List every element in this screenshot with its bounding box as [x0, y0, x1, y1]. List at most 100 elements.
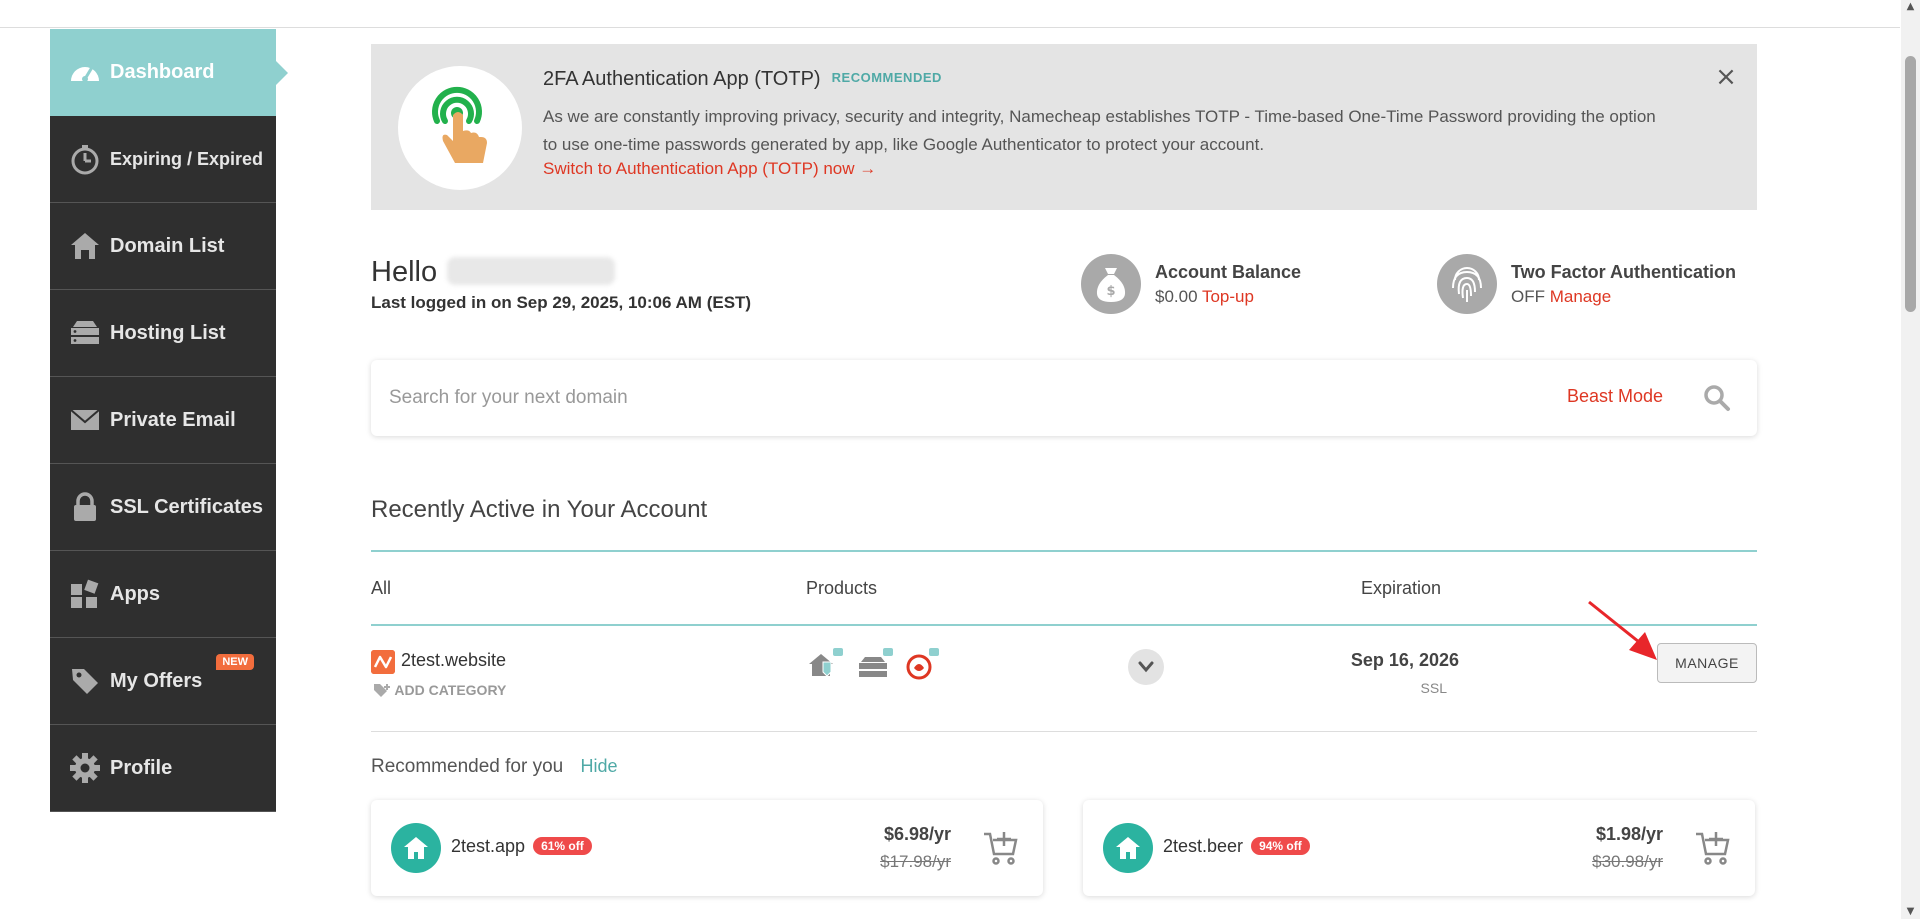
sidebar-item-ssl-certificates[interactable]: SSL Certificates [50, 464, 276, 551]
sidebar-item-my-offers[interactable]: My Offers NEW [50, 638, 276, 725]
sidebar-item-dashboard[interactable]: Dashboard [50, 29, 288, 116]
banner-title: 2FA Authentication App (TOTP) [543, 68, 821, 90]
discount-badge: 61% off [533, 837, 592, 855]
manage-button[interactable]: MANAGE [1657, 643, 1757, 683]
account-balance: $ Account Balance $0.00 Top-up [1081, 254, 1301, 314]
table-row: 2test.website ADD CATEGORY Sep 16, 2026 [371, 600, 1757, 732]
top-up-link[interactable]: Top-up [1202, 287, 1254, 306]
sidebar: Dashboard Expiring / Expired Domain List… [50, 29, 288, 812]
recommended-domain: 2test.app 61% off [451, 836, 592, 857]
house-icon [391, 823, 441, 873]
page: Dashboard Expiring / Expired Domain List… [0, 0, 1920, 919]
banner-text: 2FA Authentication App (TOTP) RECOMMENDE… [543, 68, 1673, 179]
main-content: 2FA Authentication App (TOTP) RECOMMENDE… [371, 44, 1757, 896]
domain-search: Beast Mode [371, 360, 1757, 436]
speedometer-icon [68, 56, 102, 90]
envelope-icon [68, 403, 102, 437]
sidebar-item-label: Domain List [110, 234, 225, 257]
beast-mode-link[interactable]: Beast Mode [1567, 386, 1663, 407]
sidebar-item-label: Apps [110, 582, 160, 605]
scroll-down-arrow[interactable]: ▼ [1901, 905, 1920, 919]
current-price: $6.98/yr [883, 824, 951, 844]
sidebar-item-profile[interactable]: Profile [50, 725, 276, 812]
house-icon [68, 229, 102, 263]
manage-2fa-link[interactable]: Manage [1550, 287, 1611, 306]
expiration-product: SSL [1420, 680, 1447, 696]
column-expiration: Expiration [1361, 578, 1442, 598]
money-bag-icon: $ [1081, 254, 1141, 314]
scrollbar[interactable]: ▲ ▼ [1901, 0, 1920, 919]
house-icon [1103, 823, 1153, 873]
recommended-card[interactable]: 2test.app 61% off $6.98/yr $17.98/yr [371, 800, 1043, 896]
totp-app-icon [398, 66, 522, 190]
expiration-date: Sep 16, 2026 [1350, 650, 1459, 670]
svg-text:$: $ [1106, 284, 1115, 299]
sidebar-item-label: Dashboard [110, 61, 215, 83]
current-price: $1.98/yr [1595, 824, 1663, 844]
switch-to-totp-link[interactable]: Switch to Authentication App (TOTP) now … [543, 159, 1673, 179]
sidebar-item-private-email[interactable]: Private Email [50, 377, 276, 464]
recommended-header: Recommended for you Hide [371, 756, 1757, 778]
fingerprint-icon [1437, 254, 1497, 314]
two-factor-value: OFF [1511, 286, 1545, 306]
red-arrow-annotation [1588, 600, 1657, 660]
greeting-row: Hello Last logged in on Sep 29, 2025, 10… [371, 210, 1757, 352]
search-icon[interactable] [1703, 384, 1731, 412]
recommended-title: Recommended for you [371, 756, 564, 777]
greeting: Hello [371, 256, 616, 289]
two-factor-title: Two Factor Authentication [1511, 261, 1736, 282]
sidebar-item-hosting-list[interactable]: Hosting List [50, 290, 276, 377]
domain-name[interactable]: 2test.website [401, 650, 506, 671]
namecheap-logo-icon [371, 650, 395, 674]
recommended-card[interactable]: 2test.beer 94% off $1.98/yr $30.98/yr [1083, 800, 1755, 896]
old-price: $30.98/yr [1592, 852, 1663, 871]
table-header: All Products Expiration [371, 550, 1757, 626]
recommended-cards: 2test.app 61% off $6.98/yr $17.98/yr 2tes… [371, 800, 1757, 896]
sidebar-item-label: Private Email [110, 408, 236, 431]
column-all[interactable]: All [371, 578, 391, 599]
totp-banner: 2FA Authentication App (TOTP) RECOMMENDE… [371, 44, 1757, 210]
account-balance-value: $0.00 [1155, 286, 1198, 306]
sidebar-item-label: Profile [110, 756, 173, 779]
recommended-domain: 2test.beer 94% off [1163, 836, 1310, 857]
product-icons [809, 648, 941, 680]
sidebar-item-domain-list[interactable]: Domain List [50, 203, 276, 290]
recommended-tag: RECOMMENDED [831, 70, 942, 85]
expand-row-button[interactable] [1128, 649, 1164, 685]
last-login-text: Last logged in on Sep 29, 2025, 10:06 AM… [371, 293, 752, 312]
chevron-down-icon [1138, 661, 1154, 673]
sidebar-item-label: Hosting List [110, 321, 226, 344]
domain-product-icon[interactable] [809, 648, 845, 680]
stopwatch-icon [68, 142, 102, 176]
scroll-thumb[interactable] [1905, 56, 1916, 312]
search-input[interactable] [389, 380, 1489, 416]
column-products: Products [806, 578, 878, 598]
sidebar-item-expiring[interactable]: Expiring / Expired [50, 116, 276, 203]
new-badge: NEW [216, 654, 254, 670]
hosting-product-icon[interactable] [857, 648, 893, 680]
add-category-label: ADD CATEGORY [394, 682, 507, 698]
apps-grid-icon [68, 577, 102, 611]
close-icon[interactable]: × [1713, 64, 1739, 90]
sidebar-item-apps[interactable]: Apps [50, 551, 276, 638]
hide-recommended-link[interactable]: Hide [581, 756, 618, 776]
banner-body: As we are constantly improving privacy, … [543, 107, 1656, 154]
sidebar-item-label: SSL Certificates [110, 495, 264, 518]
ssl-product-icon[interactable] [905, 648, 941, 680]
sidebar-item-label: My Offers [110, 669, 203, 692]
add-category-button[interactable]: ADD CATEGORY [373, 682, 506, 698]
blurred-username [447, 257, 616, 285]
server-icon [68, 316, 102, 350]
add-to-cart-icon[interactable] [983, 830, 1019, 866]
old-price: $17.98/yr [880, 852, 951, 871]
lock-icon [68, 490, 102, 524]
tag-icon [68, 664, 102, 698]
recommended-domain-name: 2test.app [451, 836, 526, 856]
sidebar-item-label: Expiring / Expired [110, 148, 264, 169]
two-factor-status: Two Factor Authentication OFF Manage [1437, 254, 1736, 314]
scroll-up-arrow[interactable]: ▲ [1901, 0, 1920, 14]
add-to-cart-icon[interactable] [1695, 830, 1731, 866]
hello-text: Hello [371, 256, 438, 288]
recommended-domain-name: 2test.beer [1163, 836, 1244, 856]
top-divider [0, 27, 1900, 28]
